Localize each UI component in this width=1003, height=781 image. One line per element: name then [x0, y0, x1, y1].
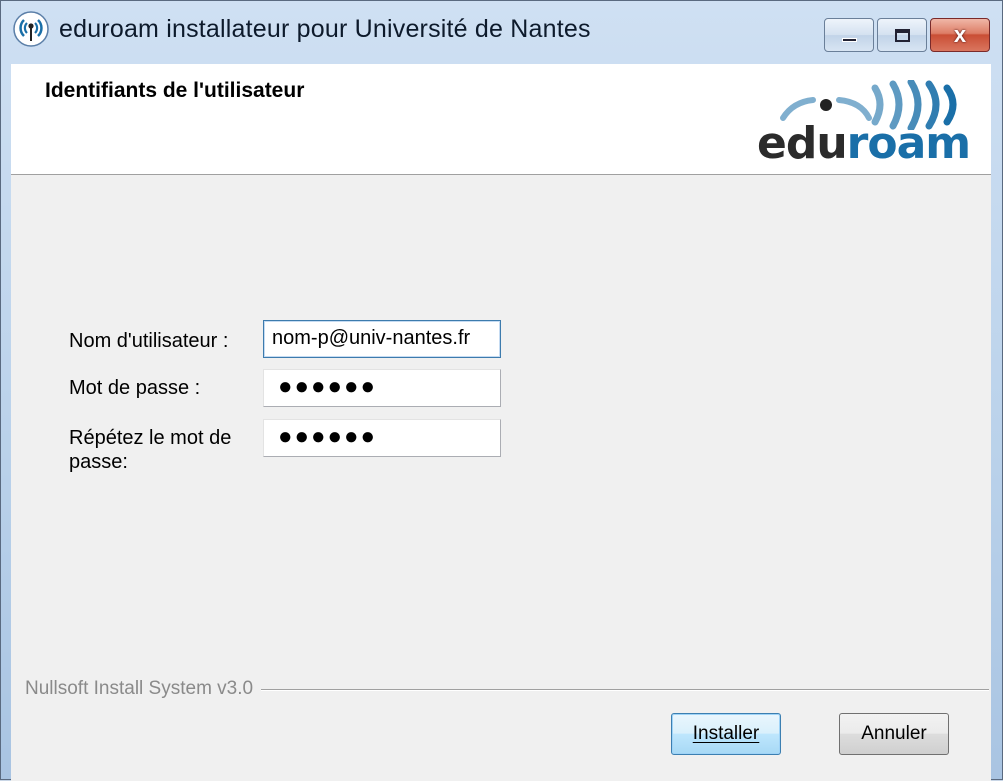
- minimize-button[interactable]: [824, 18, 874, 52]
- page-title: Identifiants de l'utilisateur: [45, 79, 305, 102]
- nsis-branding-text: Nullsoft Install System v3.0: [25, 678, 262, 700]
- title-bar[interactable]: eduroam installateur pour Université de …: [1, 1, 1002, 64]
- eduroam-app-icon[interactable]: [13, 11, 49, 47]
- minimize-icon: [842, 38, 857, 42]
- logo-edu: edu: [757, 118, 848, 169]
- installer-window: eduroam installateur pour Université de …: [0, 0, 1003, 781]
- password-label: Mot de passe :: [69, 377, 201, 399]
- install-button-label: Installer: [692, 723, 760, 744]
- maximize-button[interactable]: [877, 18, 927, 52]
- window-title: eduroam installateur pour Université de …: [59, 15, 591, 43]
- maximize-icon: [895, 29, 910, 42]
- installer-client-area: Identifiants de l'utilisateur eduroam No…: [11, 64, 991, 781]
- username-input[interactable]: nom-p@univ-nantes.fr: [263, 320, 501, 358]
- caption-buttons: x: [821, 18, 990, 52]
- logo-roam: roam: [846, 118, 971, 169]
- close-button[interactable]: x: [930, 18, 990, 52]
- page-header: Identifiants de l'utilisateur eduroam: [11, 64, 991, 175]
- close-icon: x: [953, 22, 967, 47]
- install-button[interactable]: Installer: [671, 713, 781, 755]
- password-input[interactable]: ●●●●●●: [263, 369, 501, 407]
- cancel-button[interactable]: Annuler: [839, 713, 949, 755]
- eduroam-logo-text: eduroam: [757, 118, 971, 169]
- username-label: Nom d'utilisateur :: [69, 330, 229, 352]
- eduroam-logo: eduroam: [753, 80, 983, 169]
- repeat-password-input[interactable]: ●●●●●●: [263, 419, 501, 457]
- repeat-password-label: Répétez le mot de passe:: [69, 427, 232, 473]
